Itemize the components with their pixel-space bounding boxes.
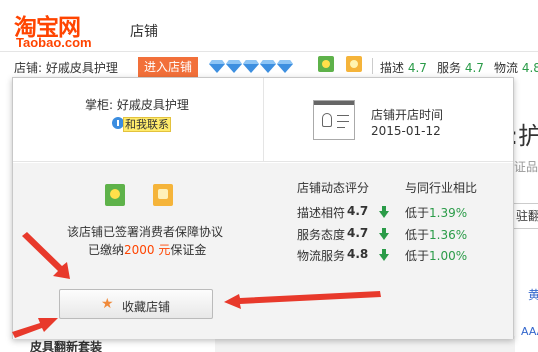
popup-upper-section: 掌柜: 好戚皮具护理 和我联系 店铺开店时间 2015-01-12 [13,78,513,162]
rating-row-label: 物流服务 [297,249,346,263]
score-value: 4.7 [407,61,427,75]
deposit-badge-icon[interactable] [346,56,362,72]
shop-name-label[interactable]: 店铺: 好戚皮具护理 [14,59,118,76]
deposit-suffix: 保证金 [170,243,207,257]
rating-row-compare: 低于1.00% [405,247,467,264]
seller-credit-diamonds[interactable] [209,59,293,75]
shop-info-popup: 掌柜: 好戚皮具护理 和我联系 店铺开店时间 2015-01-12 该店铺已签署… [12,77,514,339]
diamond-icon [226,60,242,73]
open-time-value: 2015-01-12 [371,124,441,138]
rating-title: 店铺动态评分 [297,181,370,195]
shield-badge-icon[interactable] [105,184,125,206]
diamond-icon [260,60,276,73]
rating-row-score: 4.7 [347,204,369,218]
rating-row-score: 4.7 [347,226,369,240]
score-description: 描述 4.7 [380,59,427,76]
logo-english: Taobao.com [16,35,92,50]
background-heading: :护 [510,122,538,150]
rating-row-label: 描述相符 [297,206,346,220]
score-logistics: 物流 4.8 [494,59,538,76]
agreement-line: 该店铺已签署消费者保障协议 [67,225,224,239]
compare-value: 1.39% [429,206,468,220]
background-cert-text: 证品 [514,160,538,174]
favorite-shop-label: 收藏店铺 [122,300,171,314]
rating-row-label: 服务态度 [297,228,346,242]
page: 淘宝网 Taobao.com 店铺 店铺: 好戚皮具护理 进入店铺 描述 4.7… [0,0,538,352]
background-option-box[interactable]: 驻翻 [513,203,538,229]
compare-prefix: 低于 [405,228,430,242]
enter-shop-button[interactable]: 进入店铺 [138,57,198,77]
consumer-protection-badge-icon[interactable] [318,56,334,72]
rating-row-compare: 低于1.36% [405,226,467,243]
rating-row-score: 4.8 [347,247,369,261]
deposit-prefix: 已缴纳 [88,243,125,257]
score-value: 4.8 [521,61,538,75]
compare-value: 1.00% [429,249,468,263]
section-title: 店铺 [130,24,158,40]
score-label: 物流 [494,61,519,75]
down-arrow-icon [379,249,389,261]
deposit-amount: 2000 元 [124,243,171,257]
score-service: 服务 4.7 [437,59,484,76]
score-label: 描述 [380,61,405,75]
star-icon: ★ [101,296,114,312]
header-divider [0,51,538,52]
score-value: 4.7 [464,61,484,75]
background-link[interactable]: 黄 [528,286,538,303]
favorite-shop-button[interactable]: ★ 收藏店铺 [59,289,213,319]
shopbar-divider [372,58,373,74]
rating-row-compare: 低于1.39% [405,204,467,221]
score-label: 服务 [437,61,462,75]
compare-prefix: 低于 [405,206,430,220]
keeper-panel: 掌柜: 好戚皮具护理 和我联系 [13,78,264,162]
diamond-icon [243,60,259,73]
taobao-logo[interactable]: 淘宝网 Taobao.com [14,8,106,50]
deposit-line: 已缴纳2000 元保证金 [88,241,206,258]
shopping-bag-icon[interactable] [153,184,173,206]
compare-value: 1.36% [429,228,468,242]
down-arrow-icon [379,228,389,240]
diamond-icon [277,60,293,73]
compare-title: 与同行业相比 [405,181,478,195]
diamond-icon [209,60,225,73]
shop-keeper-label: 掌柜: 好戚皮具护理 [85,98,189,112]
background-product-title[interactable]: 皮具翻新套装 [30,338,102,352]
background-aaa-link[interactable]: AAA [521,325,538,338]
compare-prefix: 低于 [405,249,430,263]
open-time-label: 店铺开店时间 [371,108,444,122]
popup-lower-section: 该店铺已签署消费者保障协议 已缴纳2000 元保证金 店铺动态评分 与同行业相比… [13,163,513,339]
shop-bar: 店铺: 好戚皮具护理 进入店铺 描述 4.7 服务 4.7 物流 4.8 [0,56,538,78]
contact-me-button[interactable]: 和我联系 [123,117,171,132]
down-arrow-icon [379,206,389,218]
id-card-icon [313,100,355,140]
